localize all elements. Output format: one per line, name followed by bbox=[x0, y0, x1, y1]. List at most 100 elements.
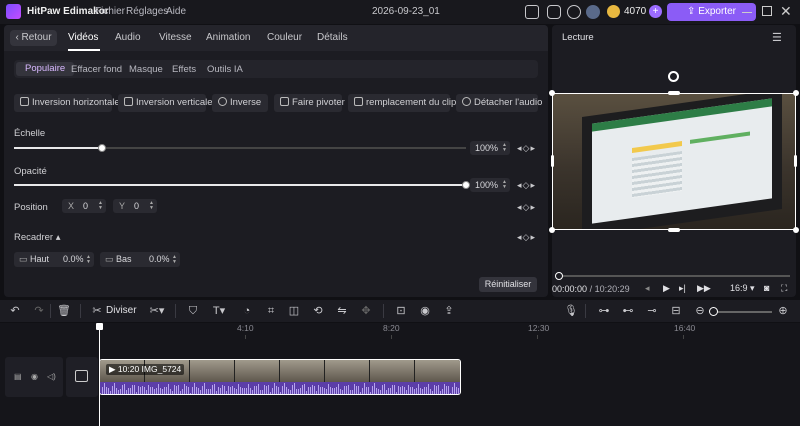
opacity-value-field[interactable]: 100% ▲ ▼ bbox=[470, 178, 510, 192]
shield-icon[interactable]: ⛉ bbox=[187, 305, 199, 317]
subtab-effacer-fond[interactable]: Effacer fond bbox=[71, 64, 122, 75]
back-button[interactable]: ‹ Retour bbox=[10, 30, 57, 46]
split-button[interactable]: Diviser bbox=[106, 305, 137, 316]
resize-handle-bottom[interactable] bbox=[668, 228, 680, 232]
minimize-icon[interactable] bbox=[742, 12, 752, 13]
maximize-icon[interactable] bbox=[762, 6, 772, 16]
chain-icon[interactable]: ⊸ bbox=[646, 305, 658, 317]
resize-handle-br[interactable] bbox=[793, 227, 799, 233]
selection-box[interactable] bbox=[552, 93, 796, 230]
menu-reglages[interactable]: Réglages bbox=[126, 6, 168, 17]
tab-videos[interactable]: Vidéos bbox=[68, 32, 98, 43]
add-credits-button[interactable]: + bbox=[649, 5, 662, 18]
video-clip[interactable]: ▶ 10:20 IMG_5724 bbox=[99, 359, 461, 395]
add-cover-icon[interactable] bbox=[75, 370, 88, 382]
resize-handle-right[interactable] bbox=[794, 155, 797, 167]
stepper-icon[interactable]: ▲ ▼ bbox=[86, 255, 91, 265]
rotate-button[interactable]: Faire pivoter bbox=[274, 94, 345, 112]
export-clip-icon[interactable]: ⇪ bbox=[443, 305, 455, 317]
track-cover[interactable] bbox=[66, 357, 98, 397]
stepper-icon[interactable]: ▲ ▼ bbox=[149, 201, 154, 211]
opacity-keyframe-icon[interactable]: ◂◇▸ bbox=[517, 180, 536, 191]
position-x-field[interactable]: X 0 ▲ ▼ bbox=[62, 199, 106, 213]
position-y-field[interactable]: Y 0 ▲ ▼ bbox=[113, 199, 157, 213]
preview-scrubber[interactable] bbox=[558, 275, 790, 277]
crop-bottom-field[interactable]: ▭ Bas 0.0% ▲ ▼ bbox=[100, 252, 180, 267]
tab-animation[interactable]: Animation bbox=[206, 32, 250, 43]
freeze-icon[interactable]: ◫ bbox=[288, 305, 300, 317]
ai-avatar-icon[interactable]: ◉ bbox=[419, 305, 431, 317]
layout-icon[interactable] bbox=[525, 5, 539, 19]
transform-icon[interactable]: ✥ bbox=[360, 305, 372, 317]
snap-icon[interactable]: ⊷ bbox=[622, 305, 634, 317]
hamburger-icon[interactable]: ☰ bbox=[772, 31, 782, 44]
rotate-handle-icon[interactable] bbox=[668, 71, 679, 82]
link-icon[interactable]: ⊶ bbox=[598, 305, 610, 317]
flip-vertical-button[interactable]: Inversion verticale bbox=[118, 94, 213, 112]
resize-handle-tr[interactable] bbox=[793, 90, 799, 96]
prev-frame-icon[interactable]: ◂ bbox=[645, 283, 650, 294]
track-visibility-icon[interactable]: ◉ bbox=[31, 372, 38, 381]
subtitle-icon[interactable]: ⊡ bbox=[395, 305, 407, 317]
stepper-icon[interactable]: ▲ ▼ bbox=[502, 143, 507, 153]
playhead[interactable] bbox=[99, 323, 100, 426]
undo-icon[interactable]: ↶ bbox=[9, 305, 21, 317]
subtab-masque[interactable]: Masque bbox=[129, 64, 163, 75]
close-icon[interactable]: ✕ bbox=[780, 3, 792, 20]
reset-button[interactable]: Réinitialiser bbox=[479, 277, 537, 292]
crop-top-field[interactable]: ▭ Haut 0.0% ▲ ▼ bbox=[14, 252, 94, 267]
zoom-in-icon[interactable]: ⊕ bbox=[777, 305, 789, 317]
snapshot-icon[interactable]: ◙ bbox=[764, 283, 769, 293]
cut-options-icon[interactable]: ✂▾ bbox=[148, 305, 166, 317]
microphone-icon[interactable]: 🎙 bbox=[564, 305, 578, 317]
timeline[interactable]: 4:10 8:20 12:30 16:40 ▤ ◉ ◁) ▶ 10:20 IMG… bbox=[0, 323, 800, 426]
preview-scrubber-knob[interactable] bbox=[555, 272, 563, 280]
subtab-outils-ia[interactable]: Outils IA bbox=[207, 64, 243, 75]
reverse-clip-icon[interactable]: ⟲ bbox=[312, 305, 324, 317]
next-frame-icon[interactable]: ▸| bbox=[679, 283, 686, 294]
tab-vitesse[interactable]: Vitesse bbox=[159, 32, 192, 43]
stepper-icon[interactable]: ▲ ▼ bbox=[98, 201, 103, 211]
zoom-slider[interactable] bbox=[712, 311, 772, 313]
stepper-icon[interactable]: ▲ ▼ bbox=[172, 255, 177, 265]
opacity-slider-knob[interactable] bbox=[462, 181, 470, 189]
flip-horizontal-button[interactable]: Inversion horizontale bbox=[14, 94, 120, 112]
position-keyframe-icon[interactable]: ◂◇▸ bbox=[517, 202, 536, 213]
zoom-slider-knob[interactable] bbox=[709, 307, 718, 316]
feedback-icon[interactable] bbox=[547, 5, 561, 19]
aspect-ratio-select[interactable]: 16:9 ▾ bbox=[730, 283, 755, 294]
redo-icon[interactable]: ↷ bbox=[33, 305, 45, 317]
resize-handle-tl[interactable] bbox=[549, 90, 555, 96]
tab-details[interactable]: Détails bbox=[317, 32, 348, 43]
menu-fichier[interactable]: Fichier bbox=[95, 6, 125, 17]
crop-icon[interactable]: ⌗ bbox=[265, 305, 277, 317]
resize-handle-top[interactable] bbox=[668, 91, 680, 95]
stepper-icon[interactable]: ▲ ▼ bbox=[502, 180, 507, 190]
mirror-icon[interactable]: ⇋ bbox=[336, 305, 348, 317]
replace-clip-button[interactable]: remplacement du clip bbox=[348, 94, 456, 112]
subtab-populaire[interactable]: Populaire bbox=[16, 62, 75, 76]
resize-handle-bl[interactable] bbox=[549, 227, 555, 233]
zoom-out-icon[interactable]: ⊖ bbox=[694, 305, 706, 317]
tab-couleur[interactable]: Couleur bbox=[267, 32, 302, 43]
play-icon[interactable]: ▶ bbox=[663, 283, 670, 294]
fast-forward-icon[interactable]: ▶▶ bbox=[697, 283, 711, 294]
resize-handle-left[interactable] bbox=[551, 155, 554, 167]
fullscreen-icon[interactable]: ⛶ bbox=[781, 283, 787, 294]
tab-audio[interactable]: Audio bbox=[115, 32, 141, 43]
text-icon[interactable]: T▾ bbox=[210, 305, 228, 317]
download-icon[interactable] bbox=[567, 5, 581, 19]
crop-label[interactable]: Recadrer ▴ bbox=[14, 232, 61, 243]
menu-aide[interactable]: Aide bbox=[166, 6, 186, 17]
trash-icon[interactable]: 🗑 bbox=[57, 305, 71, 317]
reverse-button[interactable]: Inverse bbox=[212, 94, 268, 112]
playhead-handle[interactable] bbox=[96, 323, 103, 330]
scale-slider-knob[interactable] bbox=[98, 144, 107, 152]
speed-icon[interactable]: ◔ bbox=[241, 305, 253, 317]
subtitles-icon[interactable]: ⊟ bbox=[670, 305, 682, 317]
scale-keyframe-icon[interactable]: ◂◇▸ bbox=[517, 143, 536, 154]
track-lock-icon[interactable]: ▤ bbox=[14, 372, 22, 381]
crop-keyframe-icon[interactable]: ◂◇▸ bbox=[517, 232, 536, 243]
scale-value-field[interactable]: 100% ▲ ▼ bbox=[470, 141, 510, 155]
detach-audio-button[interactable]: Détacher l'audio bbox=[456, 94, 542, 112]
